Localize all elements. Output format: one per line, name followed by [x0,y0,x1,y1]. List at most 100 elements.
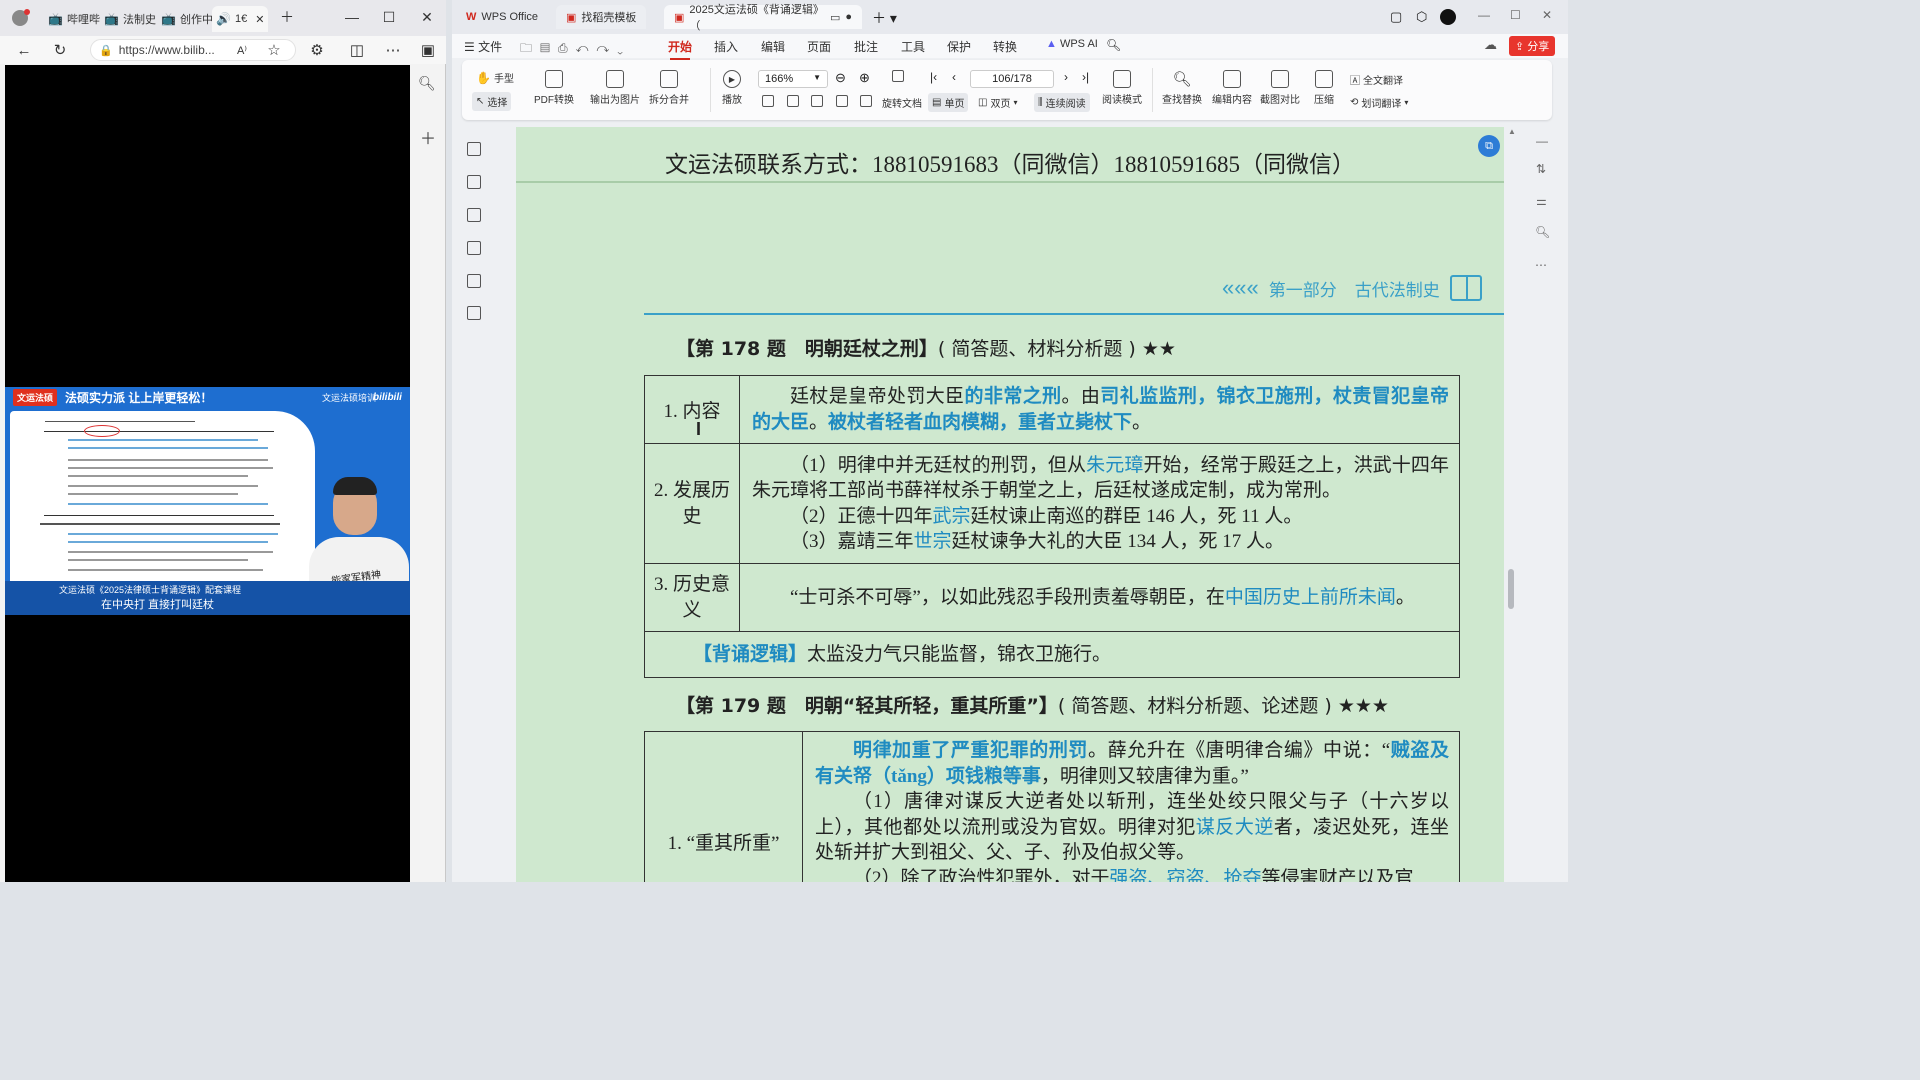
last-page-icon[interactable]: ›| [1082,70,1089,84]
book-icon [1113,70,1131,88]
reload-icon[interactable]: ↻ [50,40,70,60]
screenshot-compare-button[interactable]: 截图对比 [1260,70,1300,106]
continuous-read-button[interactable]: ⫼ 连续阅读 [1034,93,1090,112]
menu-edit[interactable]: 编辑 [761,38,785,55]
quick-access-icons[interactable]: 🗀▤⎙↶↷⌄ [520,39,631,60]
close-button[interactable]: ✕ [418,8,436,26]
rotate-document-button[interactable]: 旋转文档 [882,95,922,110]
word-translate-button[interactable]: ⟲ 划词翻译 ▾ [1350,95,1408,110]
browser-tab-active[interactable]: 🔊 1€ ✕ [212,6,268,32]
signature-icon[interactable] [467,274,481,288]
favorite-star-icon[interactable]: ☆ [264,40,284,60]
menu-tools[interactable]: 工具 [901,38,925,55]
read-aloud-icon[interactable]: A⁾ [232,40,252,60]
split-merge-button[interactable]: 拆分合并 [649,70,689,106]
read-mode-button[interactable]: 阅读模式 [1102,70,1142,106]
search-icon[interactable]: 🔍︎ [1106,38,1121,52]
first-page-icon[interactable]: |‹ [930,70,937,84]
zoom-in-icon[interactable]: ⊕ [859,70,870,86]
more-menu-icon[interactable]: ⋯ [383,40,403,60]
menu-start[interactable]: 开始 [668,38,692,60]
collapse-icon[interactable]: — [1536,134,1548,148]
compress-label: 压缩 [1314,95,1334,106]
course-caption: 文运法硕《2025法律硕士背诵逻辑》配套课程 [59,585,242,595]
extensions-icon[interactable]: ⚙ [307,40,327,60]
layers-icon[interactable] [467,306,481,320]
browser-tab[interactable]: 📺 法制史 [100,6,160,32]
close-button[interactable]: ✕ [1542,8,1552,22]
actual-size-icon[interactable] [762,95,774,107]
menu-page[interactable]: 页面 [807,38,831,55]
convert-panel-icon[interactable]: ⇅ [1536,162,1546,176]
adjust-icon[interactable]: ⚌ [1536,194,1547,208]
scroll-up-arrow[interactable]: ▲ [1508,127,1516,136]
bilibili-icon: 📺 [48,12,63,26]
rotate-right-icon[interactable] [860,95,872,107]
browser-tab[interactable]: 📺 哔哩哔 [44,6,104,32]
zoom-out-icon[interactable]: ⊖ [835,70,846,86]
floating-translate-icon[interactable]: ⧉ [1478,135,1500,157]
play-button[interactable]: ▶ 播放 [722,70,742,106]
menu-wps-ai[interactable]: ▲ WPS AI [1046,38,1098,50]
bookmark-icon[interactable] [467,142,481,156]
fit-width-icon[interactable] [787,95,799,107]
wps-home-tab[interactable]: W WPS Office [456,5,548,29]
browser-tab[interactable]: 📺 创作中 [157,6,217,32]
menu-file[interactable]: ☰ 文件 [464,38,502,55]
prev-page-icon[interactable]: ‹ [952,70,956,84]
minimize-button[interactable]: — [1478,8,1490,22]
new-tab-button[interactable]: ＋ [278,8,296,26]
zoom-select[interactable]: 166% ▼ [758,70,828,88]
close-tab-icon[interactable]: ✕ [255,13,264,26]
add-icon[interactable]: ＋ [420,125,436,149]
brand-logo: 文运法硕 [13,388,58,406]
thumbnail-icon[interactable] [467,175,481,189]
edit-content-button[interactable]: 编辑内容 [1212,70,1252,106]
next-page-icon[interactable]: › [1064,70,1068,84]
speaker-icon[interactable]: 🔊 [216,12,231,26]
document-page[interactable]: 文运法硕联系方式：18810591683（同微信）18810591685（同微信… [516,127,1504,882]
split-screen-icon[interactable]: ◫ [347,40,367,60]
maximize-button[interactable]: ☐ [1510,8,1521,22]
back-arrow-icon[interactable]: ← [14,40,34,60]
minimize-button[interactable]: — [343,8,361,26]
search-icon[interactable]: 🔍︎ [418,75,436,92]
sidebar-toggle-icon[interactable]: ▣ [418,40,438,60]
video-caption-bar: 文运法硕《2025法律硕士背诵逻辑》配套课程 在中央打 直接打叫廷杖 [5,581,410,615]
full-translate-button[interactable]: 🄰 全文翻译 [1350,72,1403,87]
attachment-icon[interactable] [467,241,481,255]
rotate-left-icon[interactable] [836,95,848,107]
page-input[interactable]: 106/178 [970,70,1054,88]
export-image-button[interactable]: 输出为图片 [590,70,640,106]
single-page-button[interactable]: ▤ 单页 [928,93,969,112]
menu-protect[interactable]: 保护 [947,38,971,55]
double-page-button[interactable]: ◫ 双页 ▾ [978,95,1017,110]
template-tab[interactable]: ▣ 找稻壳模板 [556,5,647,29]
video-frame[interactable]: 文运法硕 法硕实力派 让上岸更轻松！ 文运法硕培训 bilibili 能家军精神… [5,387,410,615]
search-icon[interactable]: 🔍︎ [1535,225,1550,239]
image-icon [606,70,624,88]
maximize-button[interactable]: ☐ [380,8,398,26]
more-icon[interactable]: ⋯ [1535,258,1547,272]
scroll-thumb[interactable] [1508,569,1514,609]
hand-tool-button[interactable]: ✋ 手型 [476,70,514,86]
document-scrollbar[interactable]: ▲ [1508,127,1516,882]
select-tool-button[interactable]: ↖ 选择 [472,92,512,111]
share-button[interactable]: ⇪ 分享 [1509,36,1556,56]
menu-convert[interactable]: 转换 [993,38,1017,55]
new-tab-button[interactable]: ＋ ▾ [872,8,897,28]
fit-page-icon[interactable] [892,70,904,82]
user-avatar[interactable] [1440,9,1456,25]
comment-icon[interactable] [467,208,481,222]
compress-button[interactable]: 压缩 [1314,70,1334,106]
window-layout-icon[interactable]: ▢ [1390,9,1402,25]
find-replace-button[interactable]: 🔍︎ 查找替换 [1162,70,1202,106]
cube-icon[interactable]: ⬡ [1416,9,1427,25]
pdf-convert-button[interactable]: PDF转换 [534,70,574,106]
menu-insert[interactable]: 插入 [714,38,738,55]
crop-icon[interactable] [811,95,823,107]
document-tab[interactable]: ▣ 2025文运法硕《背诵逻辑》（ ▭ ● [664,4,862,32]
menu-comment[interactable]: 批注 [854,38,878,55]
cloud-upload-icon[interactable]: ☁ [1484,37,1497,53]
row-content: 廷杖是皇帝处罚大臣的非常之刑。由司礼监监刑，锦衣卫施刑，杖责冒犯皇帝的大臣。被杖… [739,375,1460,444]
